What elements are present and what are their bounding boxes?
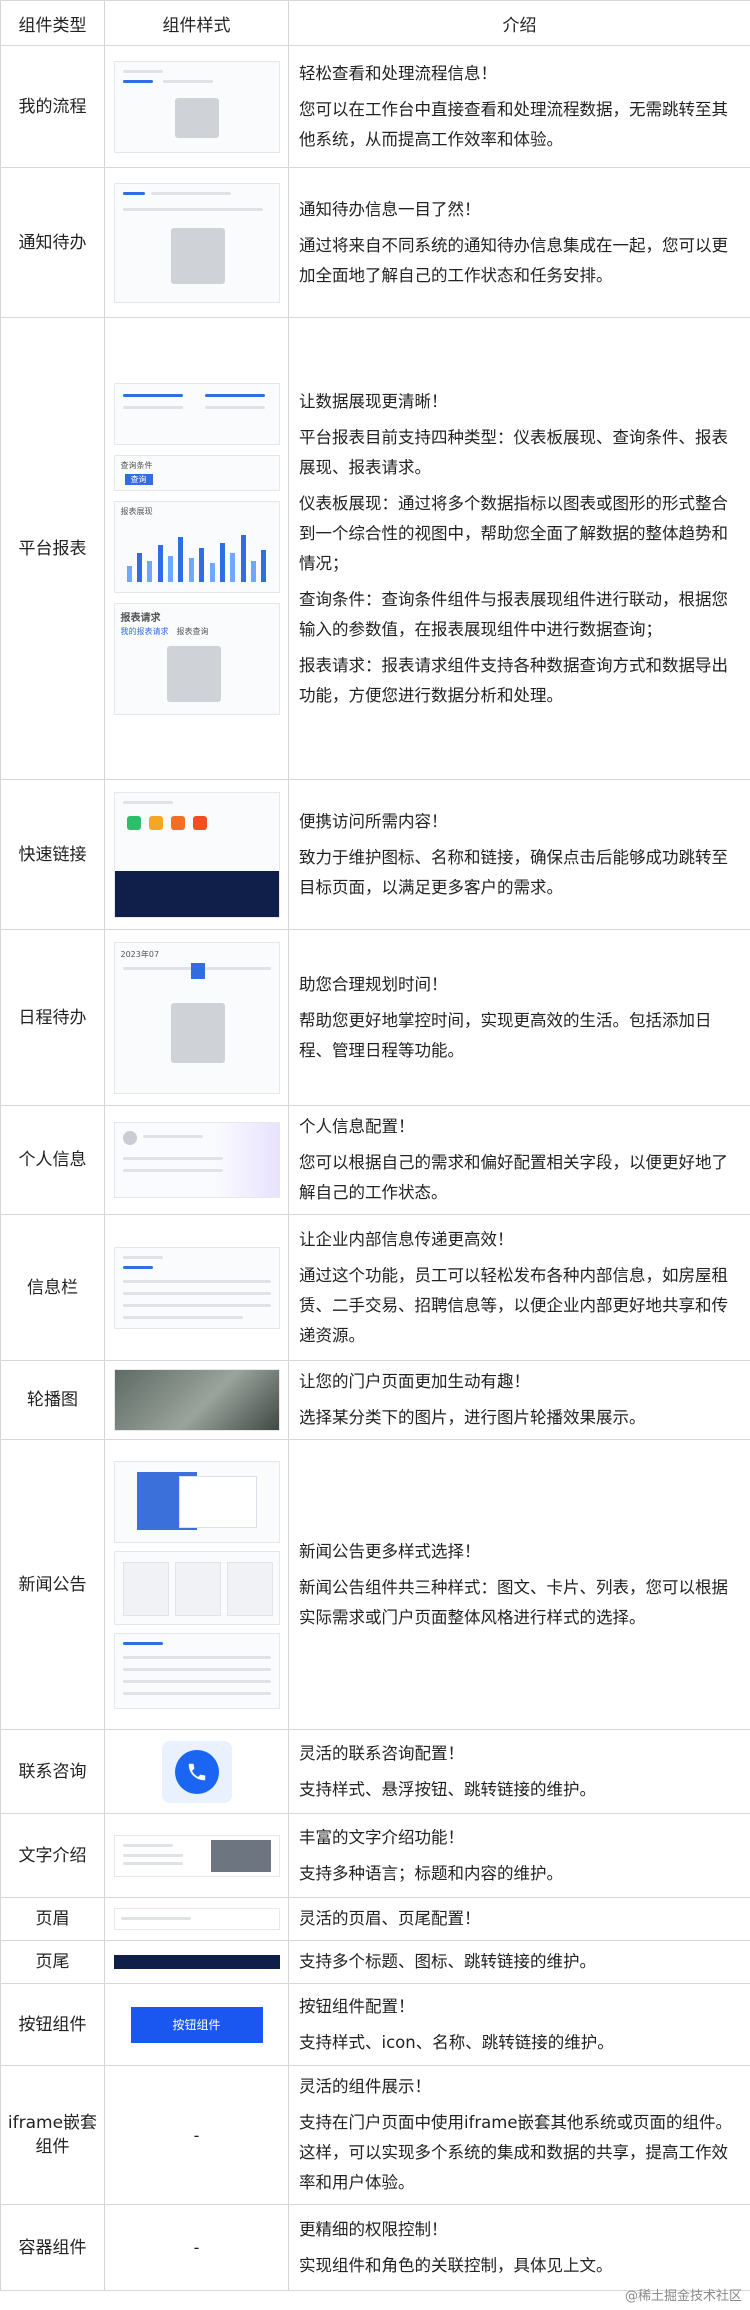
table-row: 文字介绍 丰富的文字介绍功能！ 支持多种语言；标题和内容的维护。 bbox=[0, 1813, 750, 1898]
component-type: 我的流程 bbox=[0, 45, 105, 168]
component-type: 页尾 bbox=[0, 1940, 105, 1984]
component-type: 联系咨询 bbox=[0, 1729, 105, 1814]
component-type: 快速链接 bbox=[0, 779, 105, 930]
component-type: 日程待办 bbox=[0, 929, 105, 1106]
table-row: 页眉 灵活的页眉、页尾配置！ bbox=[0, 1897, 750, 1941]
component-preview bbox=[104, 1214, 289, 1361]
report-request-thumbnail: 报表请求 我的报表请求 报表查询 bbox=[113, 602, 280, 715]
footer-thumbnail bbox=[113, 1955, 280, 1969]
link-icon bbox=[126, 815, 141, 830]
component-type: 通知待办 bbox=[0, 167, 105, 318]
header-type: 组件类型 bbox=[0, 0, 105, 46]
component-preview bbox=[104, 1897, 289, 1941]
table-row: 快速链接 便携访问所需内容！ 致力于维护图标、名称和链接，确保点击后能够成功跳转… bbox=[0, 779, 750, 930]
component-preview: 按钮组件 bbox=[104, 1983, 289, 2066]
link-icon bbox=[192, 815, 207, 830]
component-type: 轮播图 bbox=[0, 1360, 105, 1440]
header-intro: 介绍 bbox=[288, 0, 750, 46]
header-style: 组件样式 bbox=[104, 0, 289, 46]
component-preview bbox=[104, 1729, 289, 1814]
component-type: 信息栏 bbox=[0, 1214, 105, 1361]
site-watermark: @稀土掘金技术社区 bbox=[624, 2289, 742, 2304]
component-type: 个人信息 bbox=[0, 1105, 105, 1215]
workflow-thumbnail bbox=[113, 60, 280, 153]
component-table: 组件类型 组件样式 介绍 我的流程 轻松查看和处理流程信息！ 您可以在工作台中直… bbox=[0, 0, 750, 2291]
component-preview bbox=[104, 1813, 289, 1898]
query-thumbnail: 查询条件 查询 bbox=[113, 454, 280, 491]
component-preview bbox=[104, 779, 289, 930]
avatar bbox=[122, 1131, 137, 1145]
component-type: 容器组件 bbox=[0, 2204, 105, 2291]
component-preview: - bbox=[104, 2204, 289, 2291]
table-row: 容器组件 - 更精细的权限控制！ 实现组件和角色的关联控制，具体见上文。 bbox=[0, 2204, 750, 2291]
carousel-image bbox=[113, 1369, 280, 1431]
header-thumbnail bbox=[113, 1908, 280, 1930]
link-icon bbox=[148, 815, 163, 830]
component-preview bbox=[104, 1105, 289, 1215]
news-list-thumbnail bbox=[113, 1632, 280, 1709]
component-intro: 助您合理规划时间！ 帮助您更好地掌控时间，实现更高效的生活。包括添加日程、管理日… bbox=[288, 929, 750, 1106]
profile-thumbnail bbox=[113, 1122, 280, 1198]
component-type: iframe嵌套组件 bbox=[0, 2065, 105, 2205]
component-intro: 更精细的权限控制！ 实现组件和角色的关联控制，具体见上文。 bbox=[288, 2204, 750, 2291]
table-row: 平台报表 查询条件 查询 报表展现 报表请求 我的报表请求 报表查询 让数据展现… bbox=[0, 317, 750, 780]
component-preview bbox=[104, 167, 289, 318]
component-preview bbox=[104, 1439, 289, 1730]
component-intro: 灵活的页眉、页尾配置！ bbox=[288, 1897, 750, 1941]
component-intro: 新闻公告更多样式选择！ 新闻公告组件共三种样式：图文、卡片、列表，您可以根据实际… bbox=[288, 1439, 750, 1730]
component-preview bbox=[104, 45, 289, 168]
component-intro: 让您的门户页面更加生动有趣！ 选择某分类下的图片，进行图片轮播效果展示。 bbox=[288, 1360, 750, 1440]
text-intro-thumbnail bbox=[113, 1834, 280, 1877]
component-preview: 2023年07 bbox=[104, 929, 289, 1106]
component-type: 新闻公告 bbox=[0, 1439, 105, 1730]
news-image-thumbnail bbox=[113, 1460, 280, 1543]
table-row: 轮播图 让您的门户页面更加生动有趣！ 选择某分类下的图片，进行图片轮播效果展示。 bbox=[0, 1360, 750, 1440]
table-row: 联系咨询 灵活的联系咨询配置！ 支持样式、悬浮按钮、跳转链接的维护。 bbox=[0, 1729, 750, 1814]
calendar-thumbnail: 2023年07 bbox=[113, 941, 280, 1094]
component-intro: 灵活的联系咨询配置！ 支持样式、悬浮按钮、跳转链接的维护。 bbox=[288, 1729, 750, 1814]
component-intro: 个人信息配置！ 您可以根据自己的需求和偏好配置相关字段，以便更好地了解自己的工作… bbox=[288, 1105, 750, 1215]
component-intro: 便携访问所需内容！ 致力于维护图标、名称和链接，确保点击后能够成功跳转至目标页面… bbox=[288, 779, 750, 930]
quicklink-thumbnail bbox=[113, 791, 280, 918]
table-row: 个人信息 个人信息配置！ 您可以根据自己的需求和偏好配置相关字段，以便更好地了解… bbox=[0, 1105, 750, 1215]
component-intro: 支持多个标题、图标、跳转链接的维护。 bbox=[288, 1940, 750, 1984]
component-intro: 轻松查看和处理流程信息！ 您可以在工作台中直接查看和处理流程数据，无需跳转至其他… bbox=[288, 45, 750, 168]
table-row: 按钮组件 按钮组件 按钮组件配置！ 支持样式、icon、名称、跳转链接的维护。 bbox=[0, 1983, 750, 2066]
component-type: 平台报表 bbox=[0, 317, 105, 780]
dashboard-thumbnail bbox=[113, 382, 280, 445]
component-intro: 丰富的文字介绍功能！ 支持多种语言；标题和内容的维护。 bbox=[288, 1813, 750, 1898]
component-intro: 让数据展现更清晰！ 平台报表目前支持四种类型：仪表板展现、查询条件、报表展现、报… bbox=[288, 317, 750, 780]
table-row: 信息栏 让企业内部信息传递更高效！ 通过这个功能，员工可以轻松发布各种内部信息，… bbox=[0, 1214, 750, 1361]
component-intro: 让企业内部信息传递更高效！ 通过这个功能，员工可以轻松发布各种内部信息，如房屋租… bbox=[288, 1214, 750, 1361]
phone-icon bbox=[174, 1749, 219, 1794]
component-preview: - bbox=[104, 2065, 289, 2205]
component-type: 文字介绍 bbox=[0, 1813, 105, 1898]
table-row: 我的流程 轻松查看和处理流程信息！ 您可以在工作台中直接查看和处理流程数据，无需… bbox=[0, 45, 750, 168]
sample-button[interactable]: 按钮组件 bbox=[130, 2006, 263, 2043]
component-intro: 通知待办信息一目了然！ 通过将来自不同系统的通知待办信息集成在一起，您可以更加全… bbox=[288, 167, 750, 318]
component-type: 页眉 bbox=[0, 1897, 105, 1941]
link-icon bbox=[170, 815, 185, 830]
table-row: 页尾 支持多个标题、图标、跳转链接的维护。 bbox=[0, 1940, 750, 1984]
component-preview bbox=[104, 1360, 289, 1440]
contact-button[interactable] bbox=[161, 1740, 232, 1803]
table-header: 组件类型 组件样式 介绍 bbox=[0, 0, 750, 46]
table-row: 日程待办 2023年07 助您合理规划时间！ 帮助您更好地掌控时间，实现更高效的… bbox=[0, 929, 750, 1106]
table-row: 新闻公告 新闻公告更多样式选择！ 新闻公告组件共三种样式：图文、卡片、列表，您可… bbox=[0, 1439, 750, 1730]
component-preview bbox=[104, 1940, 289, 1984]
component-preview: 查询条件 查询 报表展现 报表请求 我的报表请求 报表查询 bbox=[104, 317, 289, 780]
table-row: iframe嵌套组件 - 灵活的组件展示！ 支持在门户页面中使用iframe嵌套… bbox=[0, 2065, 750, 2205]
component-intro: 灵活的组件展示！ 支持在门户页面中使用iframe嵌套其他系统或页面的组件。这样… bbox=[288, 2065, 750, 2205]
news-card-thumbnail bbox=[113, 1550, 280, 1625]
report-chart-thumbnail: 报表展现 bbox=[113, 500, 280, 593]
component-type: 按钮组件 bbox=[0, 1983, 105, 2066]
todo-thumbnail bbox=[113, 182, 280, 303]
infobar-thumbnail bbox=[113, 1246, 280, 1329]
component-intro: 按钮组件配置！ 支持样式、icon、名称、跳转链接的维护。 bbox=[288, 1983, 750, 2066]
table-row: 通知待办 通知待办信息一目了然！ 通过将来自不同系统的通知待办信息集成在一起，您… bbox=[0, 167, 750, 318]
